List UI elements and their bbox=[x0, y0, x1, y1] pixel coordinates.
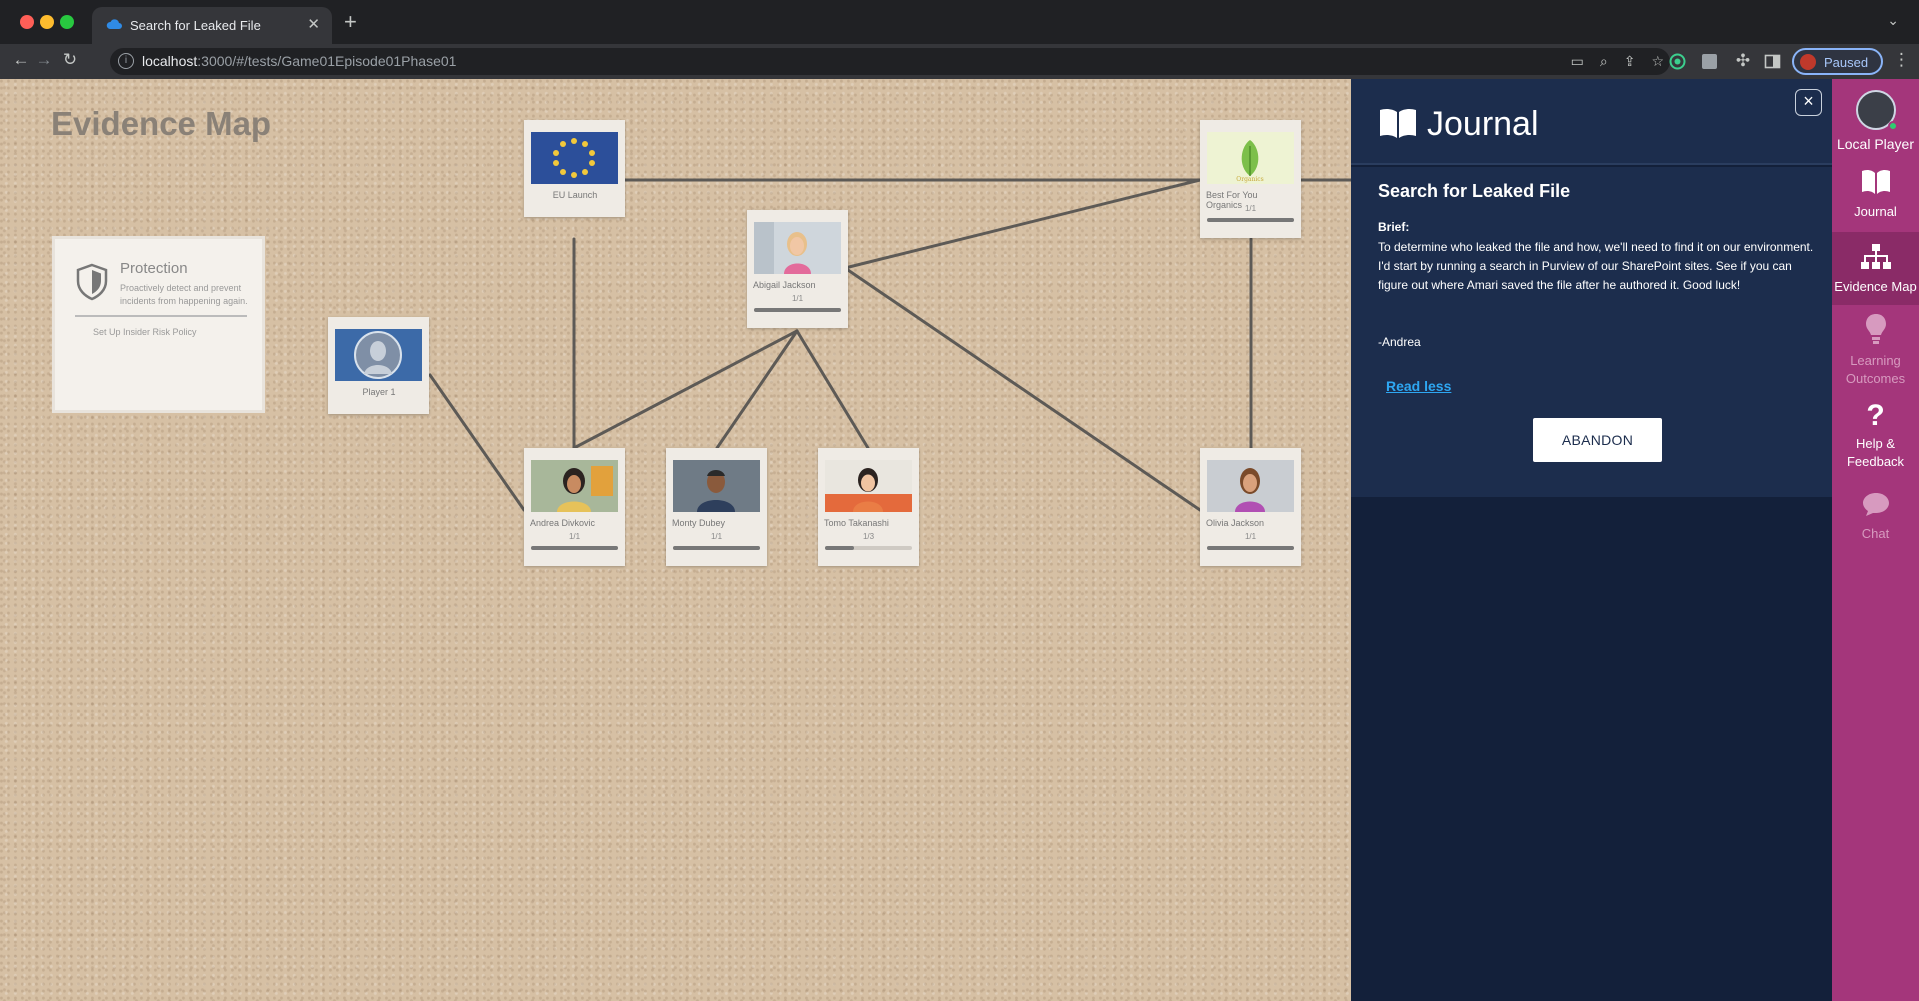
online-status-dot bbox=[1888, 121, 1898, 131]
card-progress-bar bbox=[531, 546, 618, 550]
card-count: 1/1 bbox=[710, 532, 723, 541]
player-avatar-image bbox=[335, 329, 422, 381]
card-count: 1/1 bbox=[568, 532, 581, 541]
journal-title: Journal bbox=[1427, 105, 1539, 143]
card-progress-bar bbox=[1207, 546, 1294, 550]
cloud-icon bbox=[106, 19, 122, 29]
back-arrow-icon[interactable]: ← bbox=[10, 50, 32, 70]
browser-tab[interactable]: Search for Leaked File ✕ bbox=[92, 7, 332, 44]
monty-portrait bbox=[673, 460, 760, 512]
nav-chat[interactable]: Chat bbox=[1832, 485, 1919, 545]
profile-paused-button[interactable]: Paused bbox=[1792, 48, 1883, 75]
olivia-portrait bbox=[1207, 460, 1294, 512]
nav-learning-outcomes[interactable]: Learning Outcomes bbox=[1832, 307, 1919, 391]
cast-blocked-icon[interactable]: ▭ bbox=[1571, 53, 1584, 70]
journal-panel: Journal × Search for Leaked File Brief: … bbox=[1351, 79, 1832, 1001]
evidence-card-player-1[interactable]: Player 1 bbox=[328, 317, 429, 414]
brief-signature: -Andrea bbox=[1378, 335, 1421, 349]
card-count: 1/3 bbox=[862, 532, 875, 541]
extension-square-icon[interactable] bbox=[1701, 53, 1718, 70]
chat-bubble-icon bbox=[1863, 493, 1889, 516]
right-nav: Local Player Journal Evidence Map Learni… bbox=[1832, 79, 1919, 1001]
card-count: 1/1 bbox=[1244, 204, 1257, 213]
nav-help-feedback[interactable]: ? Help & Feedback bbox=[1832, 397, 1919, 475]
card-progress-bar bbox=[1207, 218, 1294, 222]
read-less-link[interactable]: Read less bbox=[1386, 378, 1451, 394]
open-book-icon bbox=[1380, 108, 1416, 138]
eu-flag-image bbox=[531, 132, 618, 184]
browser-tab-bar: Search for Leaked File ✕ + ⌄ bbox=[0, 0, 1919, 44]
card-name: Tomo Takanashi bbox=[824, 518, 889, 528]
evidence-card-andrea-divkovic[interactable]: Andrea Divkovic 1/1 bbox=[524, 448, 625, 566]
evidence-card-monty-dubey[interactable]: Monty Dubey 1/1 bbox=[666, 448, 767, 566]
nav-label: Chat bbox=[1861, 526, 1890, 541]
evidence-card-olivia-jackson[interactable]: Olivia Jackson 1/1 bbox=[1200, 448, 1301, 566]
abandon-button[interactable]: ABANDON bbox=[1533, 418, 1662, 462]
card-name: Abigail Jackson bbox=[753, 280, 816, 290]
zoom-icon[interactable]: ⌕ bbox=[1600, 53, 1608, 70]
andrea-portrait bbox=[531, 460, 618, 512]
card-progress-bar bbox=[673, 546, 760, 550]
evidence-card-tomo-takanashi[interactable]: Tomo Takanashi 1/3 bbox=[818, 448, 919, 566]
evidence-card-abigail-jackson[interactable]: Abigail Jackson 1/1 bbox=[747, 210, 848, 328]
nav-label: Journal bbox=[1854, 204, 1897, 219]
maximize-window-button[interactable] bbox=[60, 15, 74, 29]
nav-label: Learning Outcomes bbox=[1845, 353, 1906, 386]
extension-circle-icon[interactable] bbox=[1669, 53, 1686, 70]
nav-journal[interactable]: Journal bbox=[1832, 158, 1919, 232]
browser-menu-icon[interactable]: ⋮ bbox=[1893, 50, 1910, 70]
quest-title: Search for Leaked File bbox=[1378, 181, 1571, 201]
close-tab-icon[interactable]: ✕ bbox=[307, 15, 320, 33]
card-name: Olivia Jackson bbox=[1206, 518, 1265, 528]
brief-text: To determine who leaked the file and how… bbox=[1378, 240, 1814, 292]
card-name: Andrea Divkovic bbox=[530, 518, 596, 528]
organics-logo-image: Organics bbox=[1207, 132, 1294, 184]
profile-avatar bbox=[1800, 54, 1816, 70]
new-tab-button[interactable]: + bbox=[344, 9, 357, 35]
evidence-card-eu-launch[interactable]: EU Launch bbox=[524, 120, 625, 217]
nav-local-player[interactable]: Local Player bbox=[1832, 79, 1919, 158]
minimize-window-button[interactable] bbox=[40, 15, 54, 29]
card-count: 1/1 bbox=[1244, 532, 1257, 541]
reload-icon[interactable]: ↻ bbox=[59, 50, 81, 70]
puzzle-extensions-icon[interactable]: ✣ bbox=[1732, 51, 1754, 71]
abigail-portrait bbox=[754, 222, 841, 274]
card-name: EU Launch bbox=[552, 190, 598, 200]
address-bar[interactable]: i localhost:3000/#/tests/Game01Episode01… bbox=[110, 48, 1670, 75]
hierarchy-icon bbox=[1861, 244, 1891, 269]
lightbulb-icon bbox=[1866, 314, 1886, 344]
nav-label: Help & Feedback bbox=[1846, 436, 1905, 469]
brief-label: Brief: bbox=[1378, 220, 1410, 234]
nav-evidence-map[interactable]: Evidence Map bbox=[1832, 232, 1919, 305]
close-window-button[interactable] bbox=[20, 15, 34, 29]
browser-toolbar: ← → ↻ i localhost:3000/#/tests/Game01Epi… bbox=[0, 44, 1919, 79]
journal-header: Journal × bbox=[1351, 79, 1832, 165]
card-count: 1/1 bbox=[791, 294, 804, 303]
bookmark-star-icon[interactable]: ☆ bbox=[1651, 53, 1664, 70]
card-progress-bar bbox=[825, 546, 912, 550]
evidence-card-best-for-you-organics[interactable]: Organics Best For You Organics 1/1 bbox=[1200, 120, 1301, 238]
tab-title: Search for Leaked File bbox=[130, 18, 261, 33]
side-panel-icon[interactable] bbox=[1764, 53, 1781, 70]
card-name: Monty Dubey bbox=[672, 518, 726, 528]
card-name: Player 1 bbox=[362, 387, 396, 397]
player-name: Local Player bbox=[1836, 136, 1915, 152]
evidence-map-board: Evidence Map Protection Proactively dete… bbox=[0, 79, 1351, 1001]
tomo-portrait bbox=[825, 460, 912, 512]
svg-text:Organics: Organics bbox=[1236, 176, 1263, 183]
quest-entry: Search for Leaked File Brief: To determi… bbox=[1351, 167, 1832, 497]
question-icon: ? bbox=[1866, 399, 1885, 432]
site-info-icon[interactable]: i bbox=[118, 53, 134, 69]
card-progress-bar bbox=[754, 308, 841, 312]
book-icon bbox=[1862, 169, 1890, 194]
nav-label: Evidence Map bbox=[1834, 279, 1917, 294]
tab-search-chevron-icon[interactable]: ⌄ bbox=[1887, 12, 1899, 29]
close-journal-button[interactable]: × bbox=[1795, 89, 1822, 116]
address-url[interactable]: localhost:3000/#/tests/Game01Episode01Ph… bbox=[142, 53, 456, 69]
forward-arrow-icon[interactable]: → bbox=[33, 50, 55, 70]
share-icon[interactable]: ⇪ bbox=[1624, 53, 1636, 70]
